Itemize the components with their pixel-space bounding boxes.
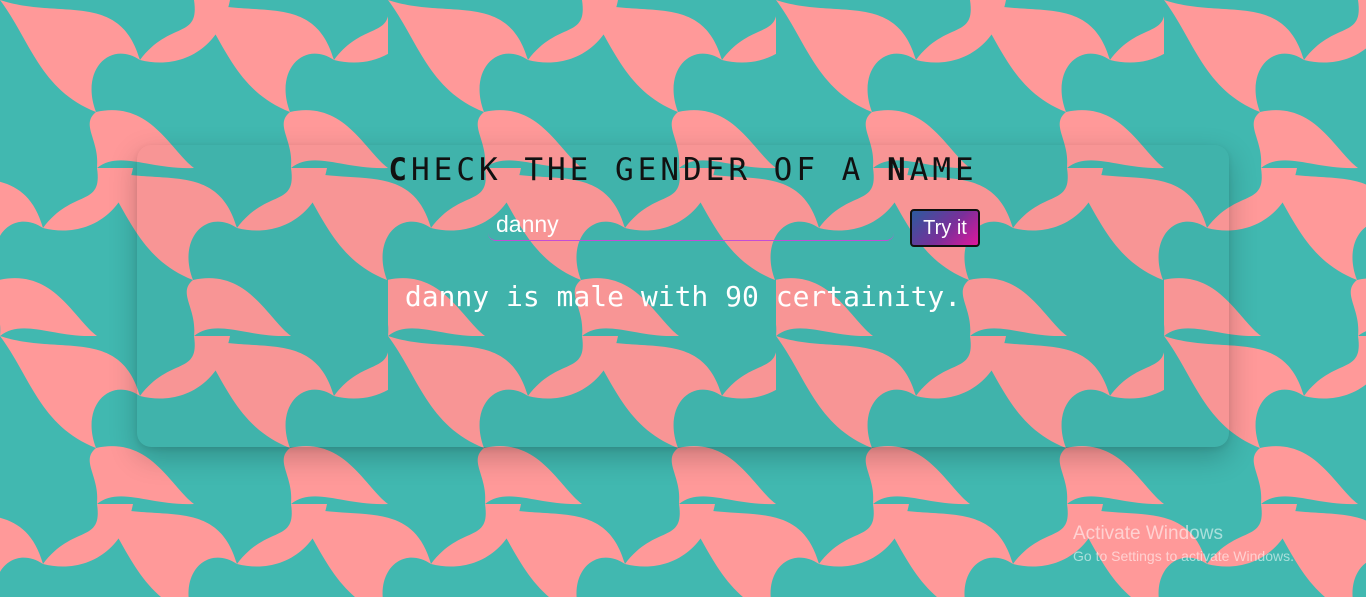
title-g-letter: G <box>615 152 638 188</box>
page-title: CHECK THE GENDER OF A NAME <box>0 152 1366 188</box>
title-part-3: AME <box>909 152 978 188</box>
activate-windows-watermark: Activate Windows Go to Settings to activ… <box>1073 522 1294 566</box>
title-first-letter: C <box>388 152 412 188</box>
title-n-letter: N <box>886 152 910 188</box>
watermark-title: Activate Windows <box>1073 523 1223 544</box>
watermark-subtitle: Go to Settings to activate Windows. <box>1073 548 1294 564</box>
name-input[interactable] <box>488 208 894 241</box>
title-part-2: ENDER OF A <box>637 152 887 188</box>
title-part-1: HECK THE <box>411 152 615 188</box>
try-it-button[interactable]: Try it <box>910 209 980 247</box>
gender-result-text: danny is male with 90 certainity. <box>404 280 962 313</box>
